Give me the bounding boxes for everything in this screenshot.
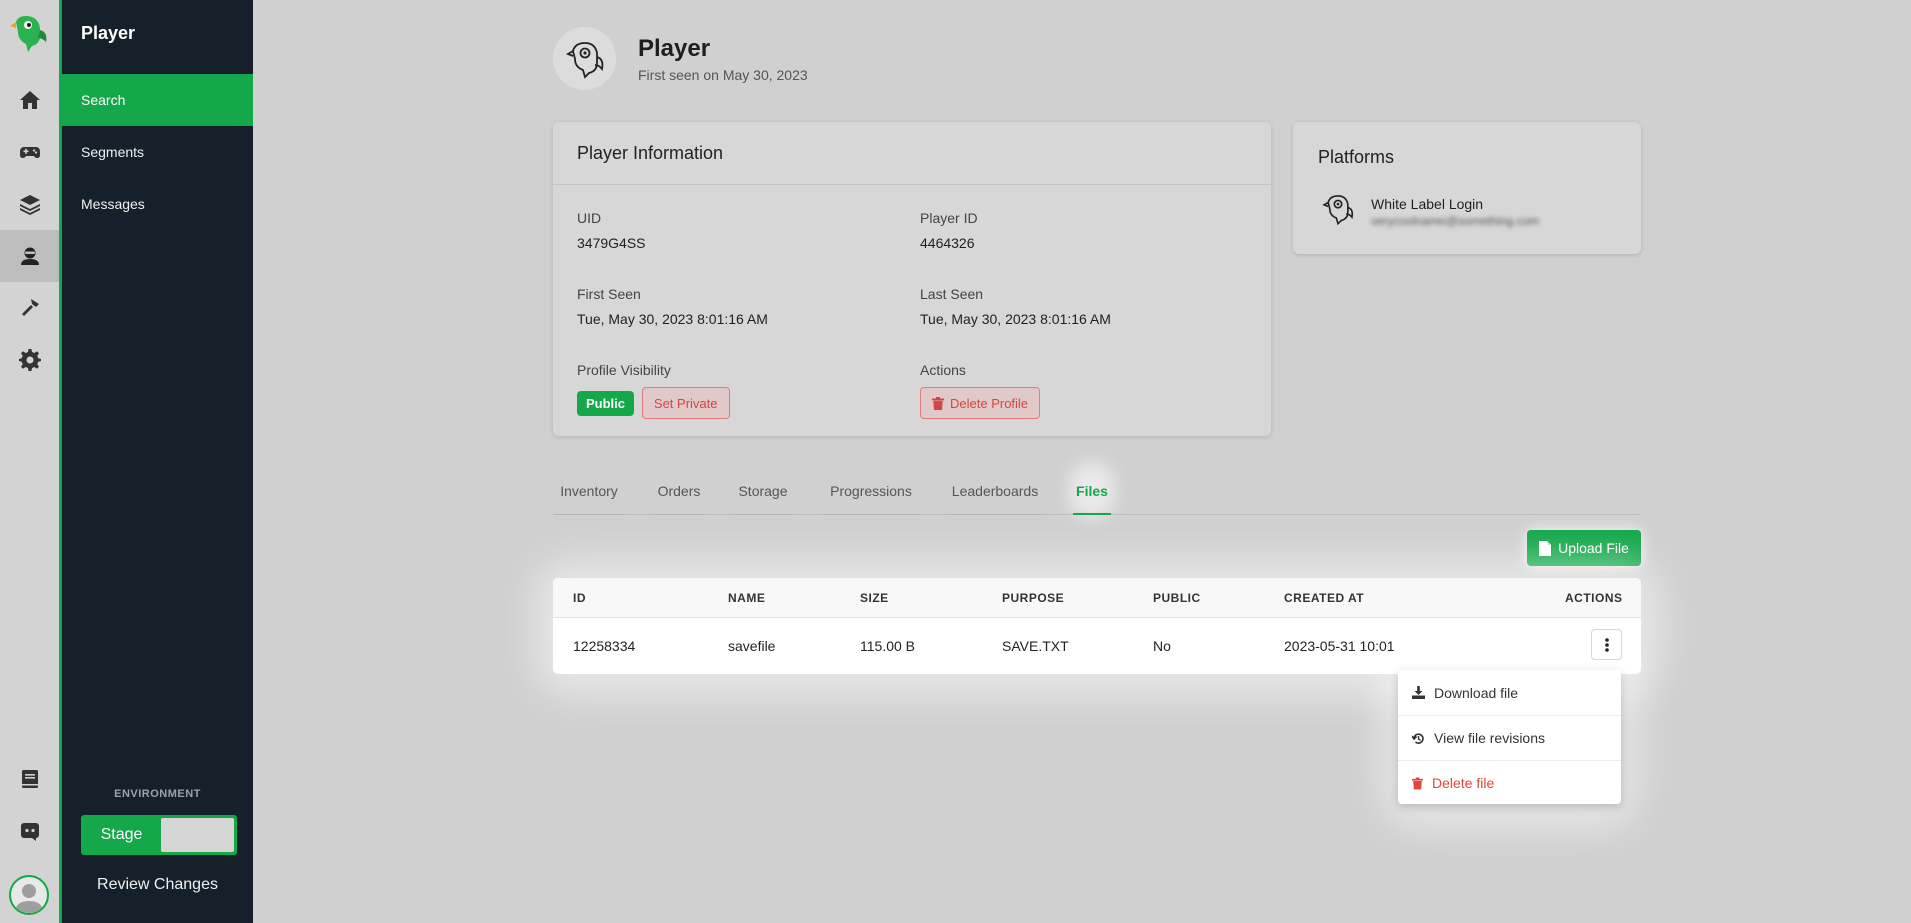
environment-label: ENVIRONMENT <box>114 788 201 800</box>
player-avatar <box>553 27 616 90</box>
review-changes-button[interactable]: Review Changes <box>62 876 253 894</box>
delete-profile-label: Delete Profile <box>950 395 1029 411</box>
player-tabs: Inventory Orders Storage Progressions Le… <box>553 468 1641 515</box>
discord-icon[interactable] <box>0 805 59 857</box>
sidebar: Player Search Segments Messages ENVIRONM… <box>62 0 253 923</box>
page-title: Player <box>638 34 711 62</box>
page-subtitle: First seen on May 30, 2023 <box>638 66 808 83</box>
first-seen-value: Tue, May 30, 2023 8:01:16 AM <box>577 311 768 327</box>
environment-value: Stage <box>100 826 143 843</box>
first-seen-field: First Seen Tue, May 30, 2023 8:01:16 AM <box>577 286 768 327</box>
upload-file-label: Upload File <box>1558 540 1629 556</box>
card-title: Platforms <box>1318 147 1395 167</box>
card-title: Player Information <box>553 122 1271 185</box>
tab-orders[interactable]: Orders <box>653 468 705 515</box>
tab-progressions[interactable]: Progressions <box>823 468 919 515</box>
last-seen-value: Tue, May 30, 2023 8:01:16 AM <box>920 311 1111 327</box>
sidebar-item-search[interactable]: Search <box>62 74 253 126</box>
sidebar-item-messages[interactable]: Messages <box>62 178 253 230</box>
uid-field: UID 3479G4SS <box>577 210 646 251</box>
file-purpose: SAVE.TXT <box>1002 638 1069 654</box>
delete-file-item[interactable]: Delete file <box>1398 760 1621 805</box>
file-created-at: 2023-05-31 10:01 <box>1284 638 1395 654</box>
column-actions: ACTIONS <box>1565 591 1623 605</box>
column-id: ID <box>573 591 586 605</box>
parrot-logo-icon[interactable] <box>8 12 52 56</box>
actions-label: Actions <box>920 362 966 378</box>
first-seen-label: First Seen <box>577 286 641 302</box>
actions-field: Actions Delete Profile <box>920 362 1041 419</box>
delete-file-label: Delete file <box>1432 775 1495 791</box>
row-actions-button[interactable] <box>1591 629 1622 660</box>
kebab-icon <box>1604 637 1609 652</box>
sidebar-item-segments[interactable]: Segments <box>62 126 253 178</box>
file-size: 115.00 B <box>860 638 916 654</box>
column-public: PUBLIC <box>1153 591 1201 605</box>
parrot-outline-icon <box>565 41 603 79</box>
uid-value: 3479G4SS <box>577 235 646 251</box>
uid-label: UID <box>577 210 602 226</box>
trash-icon <box>1412 777 1423 789</box>
player-icon[interactable] <box>0 230 59 282</box>
table-header: ID NAME SIZE PURPOSE PUBLIC CREATED AT A… <box>553 578 1641 618</box>
gear-icon[interactable] <box>0 334 59 386</box>
book-icon[interactable] <box>0 753 59 805</box>
player-id-label: Player ID <box>920 210 978 226</box>
layers-icon[interactable] <box>0 178 59 230</box>
download-icon <box>1412 686 1425 699</box>
file-name: savefile <box>728 638 776 654</box>
platforms-card: Platforms White Label Login verycoolname… <box>1293 122 1641 254</box>
column-size: SIZE <box>860 591 889 605</box>
file-id: 12258334 <box>573 638 636 654</box>
icon-rail <box>0 0 62 923</box>
player-information-card: Player Information UID 3479G4SS Player I… <box>553 122 1271 436</box>
column-created-at: CREATED AT <box>1284 591 1365 605</box>
home-icon[interactable] <box>0 74 59 126</box>
tab-storage[interactable]: Storage <box>733 468 793 515</box>
platform-email: verycoolname@something.com <box>1371 214 1540 228</box>
platform-name: White Label Login <box>1371 196 1484 212</box>
sidebar-item-label: Messages <box>81 196 145 212</box>
sidebar-title: Player <box>81 23 136 43</box>
gamepad-icon[interactable] <box>0 126 59 178</box>
file-icon <box>1539 540 1552 556</box>
tab-files[interactable]: Files <box>1073 468 1111 515</box>
last-seen-label: Last Seen <box>920 286 984 302</box>
player-id-value: 4464326 <box>920 235 975 251</box>
profile-visibility-field: Profile Visibility Public Set Private <box>577 362 730 419</box>
tab-inventory[interactable]: Inventory <box>553 468 625 515</box>
column-name: NAME <box>728 591 766 605</box>
column-purpose: PURPOSE <box>1002 591 1065 605</box>
player-id-field: Player ID 4464326 <box>920 210 978 251</box>
download-file-label: Download file <box>1434 684 1519 701</box>
environment-toggle-knob[interactable] <box>161 818 234 852</box>
environment-toggle[interactable]: Stage <box>81 815 237 855</box>
file-public: No <box>1153 638 1171 654</box>
tab-leaderboards[interactable]: Leaderboards <box>947 468 1043 515</box>
view-file-revisions-item[interactable]: View file revisions <box>1398 715 1621 760</box>
public-badge: Public <box>577 390 635 416</box>
user-avatar[interactable] <box>9 875 49 915</box>
white-label-parrot-icon <box>1320 190 1356 233</box>
view-file-revisions-label: View file revisions <box>1434 730 1546 746</box>
files-table: ID NAME SIZE PURPOSE PUBLIC CREATED AT A… <box>553 578 1641 674</box>
file-actions-menu: Download file View file revisions Delete… <box>1398 670 1621 804</box>
sidebar-item-label: Segments <box>81 144 145 160</box>
hammer-icon[interactable] <box>0 282 59 334</box>
last-seen-field: Last Seen Tue, May 30, 2023 8:01:16 AM <box>920 286 1111 327</box>
sidebar-item-label: Search <box>81 92 126 108</box>
profile-visibility-label: Profile Visibility <box>577 362 671 378</box>
history-icon <box>1412 732 1424 744</box>
delete-profile-button[interactable]: Delete Profile <box>920 387 1041 419</box>
download-file-item[interactable]: Download file <box>1398 670 1621 715</box>
trash-icon <box>932 396 944 410</box>
player-header: Player First seen on May 30, 2023 <box>553 27 808 90</box>
set-private-button[interactable]: Set Private <box>641 387 730 419</box>
